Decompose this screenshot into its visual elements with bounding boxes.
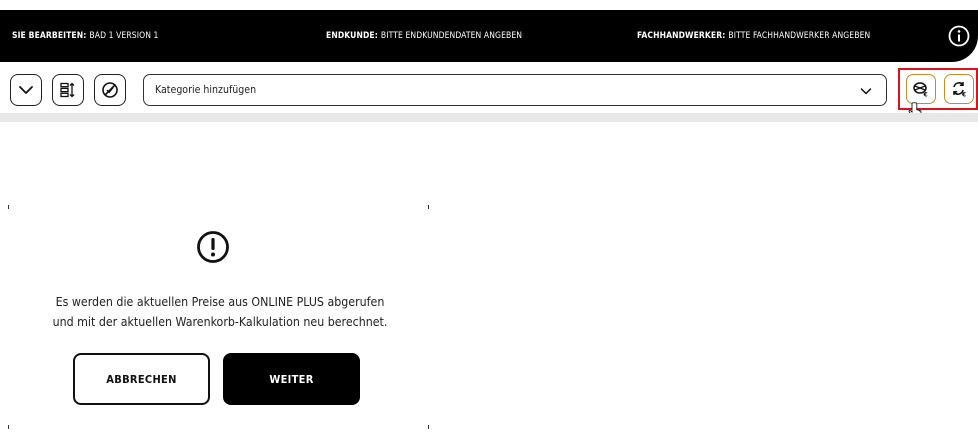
svg-text:€: € (961, 92, 966, 99)
editing-label: SIE BEARBEITEN: (12, 31, 87, 41)
dialog-corner-mark (428, 425, 429, 429)
price-refresh-icon: € (913, 82, 928, 99)
editing-status: SIE BEARBEITEN: BAD 1 VERSION 1 (12, 10, 159, 62)
cancel-button[interactable]: ABBRECHEN (73, 353, 210, 405)
craftsman-label: FACHHANDWERKER: (637, 31, 726, 41)
chevron-down-icon (19, 86, 33, 94)
dialog-corner-mark (8, 425, 9, 429)
check-circle-icon (102, 82, 118, 98)
svg-text:€: € (923, 92, 928, 99)
sort-list-icon (60, 82, 75, 98)
confirmation-dialog: Es werden die aktuellen Preise aus ONLIN… (8, 205, 430, 430)
collapse-button[interactable] (10, 74, 42, 106)
dialog-corner-mark (8, 205, 9, 209)
category-select-placeholder: Kategorie hinzufügen (155, 84, 257, 96)
sort-button[interactable] (52, 74, 84, 106)
dialog-message: Es werden die aktuellen Preise aus ONLIN… (10, 292, 430, 332)
alert-circle-icon (197, 231, 229, 263)
dialog-message-line: und mit der aktuellen Warenkorb-Kalkulat… (52, 315, 388, 329)
continue-button[interactable]: WEITER (223, 353, 360, 405)
customer-status[interactable]: ENDKUNDE: BITTE ENDKUNDENDATEN ANGEBEN (326, 10, 522, 62)
chevron-down-icon (860, 88, 872, 95)
recalculate-button[interactable]: € (944, 74, 974, 104)
category-select[interactable]: Kategorie hinzufügen (143, 74, 887, 106)
context-status-bar: SIE BEARBEITEN: BAD 1 VERSION 1 ENDKUNDE… (0, 10, 978, 62)
craftsman-status[interactable]: FACHHANDWERKER: BITTE FACHHANDWERKER ANG… (637, 10, 870, 62)
toolbar: Kategorie hinzufügen € € (0, 68, 978, 112)
recalculate-icon: € (953, 82, 966, 99)
check-all-button[interactable] (94, 74, 126, 106)
info-icon[interactable] (948, 25, 970, 47)
customer-value[interactable]: BITTE ENDKUNDENDATEN ANGEBEN (381, 31, 522, 41)
customer-label: ENDKUNDE: (326, 31, 378, 41)
dialog-message-line: Es werden die aktuellen Preise aus ONLIN… (55, 295, 385, 309)
craftsman-value[interactable]: BITTE FACHHANDWERKER ANGEBEN (728, 31, 870, 41)
price-refresh-button[interactable]: € (906, 74, 936, 104)
toolbar-divider (0, 113, 978, 122)
dialog-corner-mark (428, 205, 429, 209)
editing-value: BAD 1 VERSION 1 (89, 31, 159, 41)
